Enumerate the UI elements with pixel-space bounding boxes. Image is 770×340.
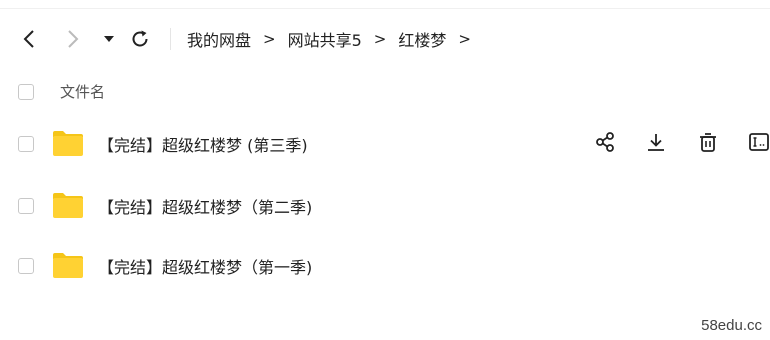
folder-icon: [53, 193, 83, 218]
watermark: 58edu.cc: [701, 317, 762, 334]
navigation-bar: 我的网盘 > 网站共享5 > 红楼梦 >: [0, 18, 770, 60]
download-icon: [648, 134, 664, 151]
breadcrumb-site-share[interactable]: 网站共享5: [288, 27, 362, 51]
folder-icon: [53, 131, 83, 156]
breadcrumb-my-drive[interactable]: 我的网盘: [187, 27, 251, 51]
select-all-checkbox[interactable]: [18, 84, 34, 100]
file-list-header: 文件名: [0, 72, 770, 112]
delete-icon: [700, 133, 716, 152]
rename-icon: [749, 133, 769, 151]
breadcrumb-current-folder[interactable]: 红楼梦: [398, 27, 446, 51]
folder-icon: [53, 253, 83, 278]
table-row[interactable]: 【完结】超级红楼梦（第二季): [0, 177, 770, 235]
back-button[interactable]: [16, 26, 42, 52]
file-name[interactable]: 【完结】超级红楼梦 (第三季): [98, 132, 308, 156]
file-name[interactable]: 【完结】超级红楼梦（第二季): [98, 194, 312, 218]
table-row[interactable]: 【完结】超级红楼梦（第一季): [0, 237, 770, 295]
breadcrumb: 我的网盘 > 网站共享5 > 红楼梦 >: [187, 28, 483, 50]
top-divider: [0, 0, 770, 9]
breadcrumb-separator: >: [263, 30, 276, 48]
rename-button[interactable]: [745, 128, 770, 156]
refresh-icon: [132, 30, 148, 47]
row-checkbox[interactable]: [18, 136, 34, 152]
nav-divider: [170, 28, 171, 50]
refresh-button[interactable]: [127, 26, 153, 52]
caret-down-icon: [104, 36, 114, 42]
share-button[interactable]: [591, 128, 619, 156]
row-checkbox[interactable]: [18, 258, 34, 274]
breadcrumb-separator: >: [373, 30, 387, 48]
delete-button[interactable]: [694, 128, 722, 156]
history-dropdown-button[interactable]: [96, 26, 122, 52]
chevron-right-icon: [68, 30, 79, 48]
chevron-left-icon: [23, 30, 34, 48]
table-row[interactable]: 【完结】超级红楼梦 (第三季): [0, 115, 770, 173]
download-button[interactable]: [642, 128, 670, 156]
column-header-filename[interactable]: 文件名: [60, 81, 105, 102]
file-name[interactable]: 【完结】超级红楼梦（第一季): [98, 254, 312, 278]
share-icon: [596, 132, 614, 152]
forward-button[interactable]: [60, 26, 86, 52]
breadcrumb-separator: >: [458, 30, 471, 48]
row-checkbox[interactable]: [18, 198, 34, 214]
